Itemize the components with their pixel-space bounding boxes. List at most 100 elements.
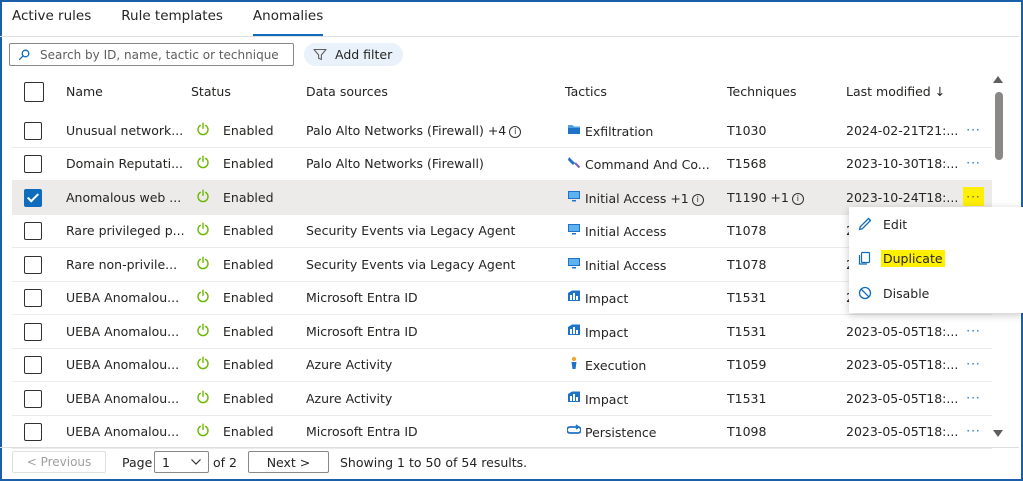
search-icon [18, 49, 30, 60]
page-label: Page [122, 455, 153, 470]
status-text: Enabled [223, 324, 274, 339]
row-checkbox[interactable] [24, 256, 42, 274]
impact-icon [567, 323, 581, 337]
tab-rule-templates[interactable]: Rule templates [121, 8, 223, 36]
more-actions-button[interactable]: ··· [963, 153, 984, 172]
rule-name[interactable]: UEBA Anomalou... [66, 357, 179, 372]
technique-cell: T1568 [727, 156, 766, 171]
table-row[interactable]: UEBA Anomalou... Enabled Microsoft Entra I… [12, 281, 992, 315]
scrollbar-thumb[interactable] [995, 92, 1003, 160]
more-actions-button[interactable]: ··· [963, 354, 984, 373]
tactic-cell: Initial Access [585, 258, 666, 273]
rule-name[interactable]: Rare privileged p... [66, 223, 185, 238]
add-filter-button[interactable]: Add filter [304, 43, 404, 66]
tab-active-rules[interactable]: Active rules [12, 8, 91, 36]
info-icon[interactable]: i [509, 126, 522, 138]
column-header-data-sources[interactable]: Data sources [306, 84, 388, 102]
row-checkbox[interactable] [24, 356, 42, 374]
row-checkbox[interactable] [24, 122, 42, 140]
tactic-cell: Initial Access +1 i [585, 191, 704, 206]
rule-name[interactable]: UEBA Anomalou... [66, 391, 179, 406]
info-icon[interactable]: i [791, 193, 804, 205]
data-sources-text: Microsoft Entra ID [306, 324, 418, 339]
menu-item-disable[interactable]: Disable [857, 282, 931, 304]
column-header-tactics[interactable]: Tactics [565, 84, 607, 102]
data-sources-text: Microsoft Entra ID [306, 424, 418, 439]
previous-page-button[interactable]: < Previous [12, 451, 106, 473]
row-checkbox[interactable] [24, 289, 42, 307]
table-row[interactable]: Rare privileged p... Enabled Security Even… [12, 214, 992, 248]
menu-item-disable-label: Disable [883, 285, 930, 301]
rule-name[interactable]: UEBA Anomalou... [66, 290, 179, 305]
column-header-status[interactable]: Status [191, 84, 231, 102]
add-filter-label: Add filter [335, 47, 393, 62]
technique-text: T1531 [727, 391, 767, 406]
tactic-cell: Initial Access [585, 224, 666, 239]
rule-name[interactable]: Anomalous web ... [66, 190, 181, 205]
rule-name[interactable]: Unusual network... [66, 123, 183, 138]
table-row[interactable]: UEBA Anomalou... Enabled Azure Activity Exe… [12, 348, 992, 382]
tab-anomalies[interactable]: Anomalies [252, 8, 324, 36]
scroll-down-arrow[interactable] [993, 430, 1003, 437]
search-box[interactable] [9, 43, 294, 66]
technique-text: T1190 +1 [727, 190, 789, 205]
status-text: Enabled [223, 223, 274, 238]
select-all-checkbox[interactable] [24, 82, 44, 102]
menu-item-duplicate-label: Duplicate [881, 249, 945, 267]
data-sources-cell: Security Events via Legacy Agent [306, 223, 515, 238]
tactic-cell: Persistence [585, 425, 657, 440]
technique-cell: T1190 +1 i [727, 190, 804, 205]
tactic-text: Initial Access [585, 224, 667, 239]
power-icon [196, 323, 210, 340]
rule-name[interactable]: Domain Reputati... [66, 156, 183, 171]
table-row[interactable]: UEBA Anomalou... Enabled Microsoft Entra I… [12, 315, 992, 349]
data-sources-text: Azure Activity [306, 357, 393, 372]
scroll-up-arrow[interactable] [993, 76, 1003, 83]
table-row[interactable]: Rare non-privile... Enabled Security Event… [12, 248, 992, 282]
rule-name[interactable]: Rare non-privile... [66, 257, 177, 272]
row-checkbox[interactable] [24, 390, 42, 408]
table-row[interactable]: Domain Reputati... Enabled Palo Alto Netwo… [12, 147, 992, 181]
last-modified-text: 2023-05-05T18:... [846, 424, 959, 439]
impact-icon [567, 390, 581, 404]
more-actions-button[interactable]: ··· [963, 187, 984, 206]
tactic-cell: Impact [585, 291, 628, 306]
data-sources-text: Azure Activity [306, 391, 393, 406]
last-modified-text: 2023-05-05T18:... [846, 357, 959, 372]
more-actions-button[interactable]: ··· [963, 421, 984, 440]
data-sources-text: Microsoft Entra ID [306, 290, 418, 305]
table-row[interactable]: Unusual network... Enabled Palo Alto Netwo… [12, 114, 992, 148]
menu-item-edit[interactable]: Edit [857, 213, 909, 235]
power-icon [196, 189, 210, 206]
data-sources-cell: Azure Activity [306, 391, 392, 406]
search-input[interactable] [38, 46, 282, 63]
power-icon [196, 356, 210, 373]
column-header-techniques[interactable]: Techniques [727, 84, 796, 102]
tactic-text: Execution [585, 358, 647, 373]
table-row[interactable]: UEBA Anomalou... Enabled Azure Activity Imp… [12, 382, 992, 416]
tabs-divider [0, 36, 1019, 37]
rule-name[interactable]: UEBA Anomalou... [66, 424, 179, 439]
page-select[interactable]: 1 [154, 451, 209, 473]
more-actions-button[interactable]: ··· [963, 120, 984, 139]
rule-name[interactable]: UEBA Anomalou... [66, 324, 179, 339]
column-header-last-modified[interactable]: Last modified ↓ [846, 84, 945, 102]
row-checkbox[interactable] [24, 222, 42, 240]
row-checkbox[interactable] [24, 155, 42, 173]
row-checkbox[interactable] [24, 189, 42, 207]
technique-text: T1030 [727, 123, 767, 138]
row-checkbox[interactable] [24, 423, 42, 441]
column-header-name[interactable]: Name [66, 84, 103, 102]
info-icon[interactable]: i [691, 194, 704, 206]
table-row[interactable]: UEBA Anomalou... Enabled Microsoft Entra I… [12, 415, 992, 449]
more-actions-button[interactable]: ··· [963, 388, 984, 407]
table-row[interactable]: Anomalous web ... Enabled Initial Access +… [12, 181, 992, 215]
row-checkbox[interactable] [24, 323, 42, 341]
tactic-cell: Execution [585, 358, 646, 373]
technique-cell: T1531 [727, 324, 766, 339]
next-page-button[interactable]: Next > [248, 451, 329, 473]
menu-item-duplicate[interactable]: Duplicate [857, 247, 945, 269]
status-text: Enabled [223, 391, 274, 406]
power-icon [196, 256, 210, 273]
more-actions-button[interactable]: ··· [963, 321, 984, 340]
